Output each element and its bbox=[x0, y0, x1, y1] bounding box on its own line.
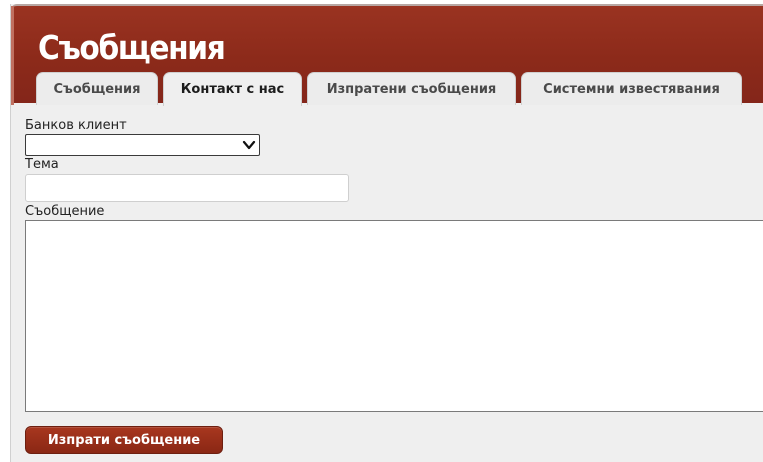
messages-window: Съобщения Съобщения Контакт с нас Изпрат… bbox=[10, 4, 763, 462]
tab-sent-messages[interactable]: Изпратени съобщения bbox=[307, 72, 516, 105]
send-message-button[interactable]: Изпрати съобщение bbox=[25, 426, 223, 454]
page-title: Съобщения bbox=[38, 28, 226, 67]
tab-bar: Съобщения Контакт с нас Изпратени съобще… bbox=[11, 72, 763, 106]
chevron-down-icon bbox=[242, 140, 256, 150]
tab-contact-us[interactable]: Контакт с нас bbox=[163, 72, 302, 106]
header-bar: Съобщения Съобщения Контакт с нас Изпрат… bbox=[11, 4, 763, 106]
message-textarea[interactable] bbox=[25, 220, 763, 412]
subject-input[interactable] bbox=[25, 174, 349, 202]
bank-client-label: Банков клиент bbox=[25, 118, 127, 133]
message-label: Съобщение bbox=[25, 204, 105, 219]
tab-messages[interactable]: Съобщения bbox=[36, 72, 158, 105]
tab-system-notifications[interactable]: Системни известявания bbox=[521, 72, 742, 105]
bank-client-select[interactable] bbox=[25, 134, 260, 156]
subject-label: Тема bbox=[25, 157, 59, 172]
